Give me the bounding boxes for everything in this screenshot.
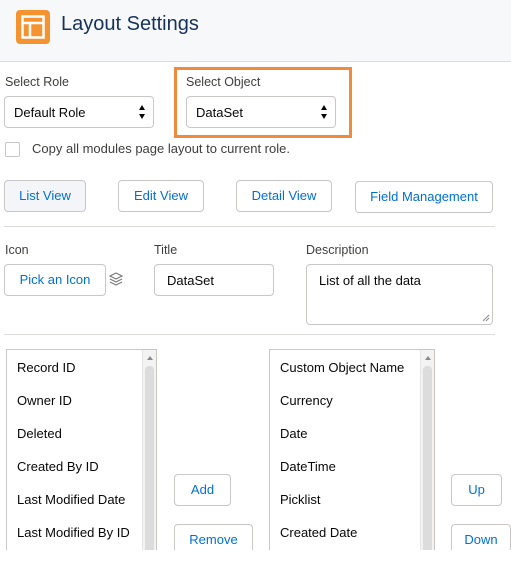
- select-object-label: Select Object: [186, 75, 261, 89]
- list-item[interactable]: Deleted: [17, 426, 62, 441]
- resize-handle-icon[interactable]: [482, 314, 490, 322]
- description-textarea[interactable]: List of all the data: [306, 264, 493, 325]
- list-item[interactable]: Created By ID: [17, 459, 99, 474]
- list-item[interactable]: Date: [280, 426, 307, 441]
- list-item[interactable]: DateTime: [280, 459, 336, 474]
- description-label: Description: [306, 243, 369, 257]
- icon-label: Icon: [5, 243, 29, 257]
- select-role-label: Select Role: [5, 75, 69, 89]
- scrollbar-thumb[interactable]: [145, 366, 154, 563]
- layout-icon: [16, 10, 50, 44]
- pick-icon-button[interactable]: Pick an Icon: [4, 264, 106, 296]
- tab-detail-view[interactable]: Detail View: [236, 180, 332, 212]
- layers-icon: [109, 272, 123, 286]
- tab-field-management[interactable]: Field Management: [355, 181, 493, 213]
- list-item[interactable]: Picklist: [280, 492, 320, 507]
- scrollbar[interactable]: [142, 350, 156, 563]
- sort-arrows-icon: [139, 105, 145, 119]
- select-role-dropdown[interactable]: Default Role: [4, 96, 154, 128]
- scrollbar-thumb[interactable]: [423, 366, 432, 563]
- selected-fields-list[interactable]: Custom Object Name Currency Date DateTim…: [269, 349, 435, 564]
- list-item[interactable]: Currency: [280, 393, 333, 408]
- select-role-value: Default Role: [14, 105, 86, 120]
- list-item[interactable]: Last Modified By ID: [17, 525, 130, 540]
- list-item[interactable]: Last Modified Date: [17, 492, 125, 507]
- title-label: Title: [154, 243, 178, 257]
- available-fields-list[interactable]: Record ID Owner ID Deleted Created By ID…: [6, 349, 157, 564]
- scroll-up-icon[interactable]: [425, 356, 431, 360]
- tab-edit-view[interactable]: Edit View: [118, 180, 204, 212]
- scrollbar[interactable]: [420, 350, 434, 563]
- page-header: Layout Settings: [0, 0, 511, 62]
- list-item[interactable]: Created Date: [280, 525, 357, 540]
- title-input[interactable]: [154, 264, 274, 296]
- move-up-button[interactable]: Up: [451, 474, 502, 506]
- list-item[interactable]: Owner ID: [17, 393, 72, 408]
- divider: [4, 226, 495, 227]
- scroll-up-icon[interactable]: [147, 356, 153, 360]
- select-object-dropdown[interactable]: DataSet: [186, 96, 336, 128]
- bottom-edge: [0, 550, 511, 564]
- add-button[interactable]: Add: [174, 474, 231, 506]
- list-item[interactable]: Custom Object Name: [280, 360, 404, 375]
- list-item[interactable]: Record ID: [17, 360, 76, 375]
- description-text: List of all the data: [319, 273, 421, 288]
- page-title: Layout Settings: [61, 13, 199, 35]
- tab-list-view[interactable]: List View: [4, 180, 86, 212]
- sort-arrows-icon: [321, 105, 327, 119]
- copy-layout-label: Copy all modules page layout to current …: [32, 141, 290, 156]
- divider: [4, 334, 495, 335]
- copy-layout-checkbox[interactable]: [5, 142, 20, 157]
- select-object-value: DataSet: [196, 105, 243, 120]
